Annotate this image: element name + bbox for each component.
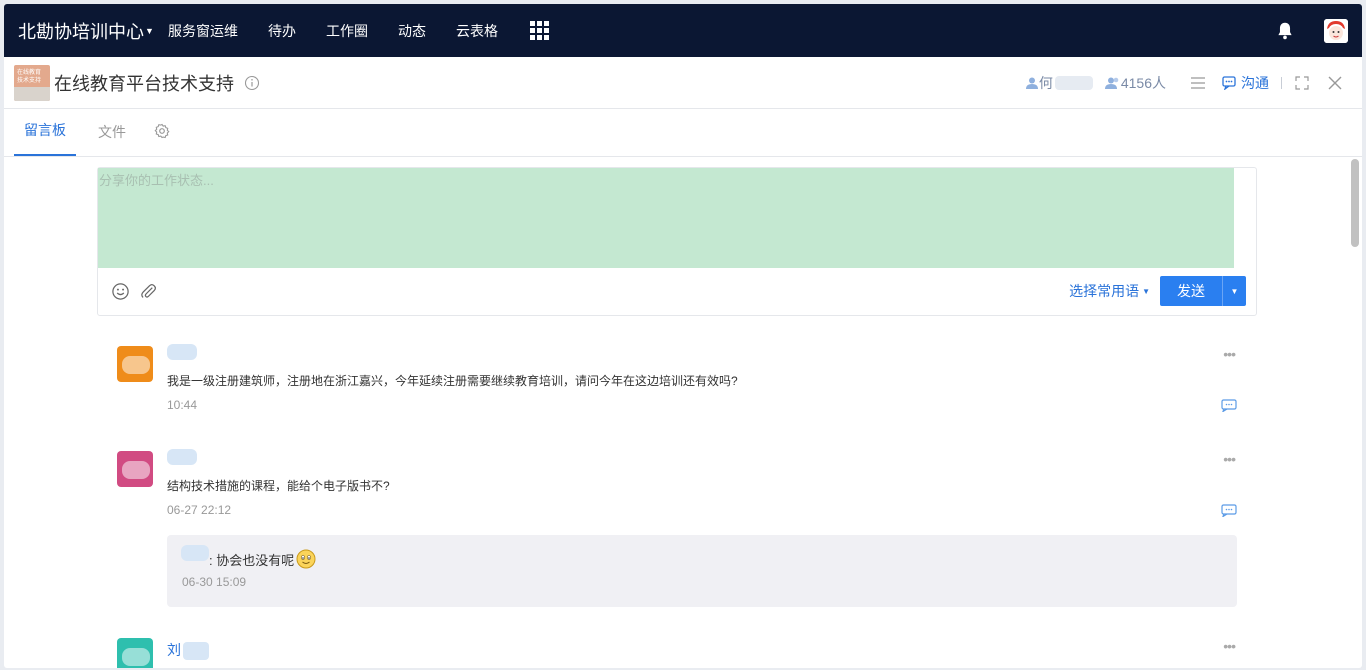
group-tabs: 留言板 文件 (4, 109, 1362, 157)
avatar[interactable] (117, 451, 153, 487)
nav-item-work-circle[interactable]: 工作圈 (326, 21, 368, 41)
more-options-icon[interactable]: ••• (1223, 451, 1236, 467)
group-logo-line-2: 技术支持 (17, 76, 42, 84)
caret-down-icon: ▼ (1142, 286, 1150, 296)
main-nav: 服务窗运维 待办 工作圈 动态 云表格 (168, 21, 549, 41)
nav-item-cloud-sheet[interactable]: 云表格 (456, 21, 498, 41)
menu-icon[interactable] (1190, 76, 1206, 90)
reply-item: : 协会也没有呢 06-30 15:09 (167, 535, 1237, 607)
nav-item-todo[interactable]: 待办 (268, 21, 296, 41)
group-header: 在线教育 技术支持 在线教育平台技术支持 何 4156人 沟通 (4, 57, 1362, 109)
post-input[interactable] (98, 168, 1234, 268)
more-options-icon[interactable]: ••• (1223, 638, 1236, 654)
chat-label: 沟通 (1241, 74, 1269, 91)
org-name: 北勘协培训中心 (18, 21, 144, 42)
member-count[interactable]: 4156人 (1104, 73, 1166, 93)
common-phrases-dropdown[interactable]: 选择常用语 ▼ (1069, 281, 1150, 301)
member-count-label: 4156人 (1120, 74, 1166, 91)
caret-down-icon: ▼ (145, 25, 154, 36)
group-header-actions: 何 4156人 沟通 (1025, 73, 1362, 93)
avatar[interactable] (117, 638, 153, 668)
send-options-button[interactable]: ▼ (1222, 276, 1246, 306)
tab-files[interactable]: 文件 (88, 122, 136, 156)
common-phrases-label: 选择常用语 (1069, 283, 1140, 299)
owner-name: 何 (1038, 74, 1053, 91)
apps-grid-icon[interactable] (530, 21, 549, 40)
reply-time: 06-30 15:09 (182, 575, 247, 589)
avatar[interactable] (117, 346, 153, 382)
info-icon[interactable] (244, 75, 260, 91)
nav-item-service-ops[interactable]: 服务窗运维 (168, 21, 238, 41)
people-icon (1104, 77, 1119, 89)
topbar-right (1274, 18, 1362, 43)
chat-icon (1222, 75, 1236, 90)
send-button[interactable]: 发送 (1160, 276, 1222, 306)
org-switcher[interactable]: 北勘协培训中心 ▼ (4, 18, 168, 44)
more-options-icon[interactable]: ••• (1223, 346, 1236, 362)
smile-emoji-icon (296, 549, 316, 569)
post-author[interactable] (167, 449, 197, 465)
message-board: 选择常用语 ▼ 发送 ▼ ••• 我是一级注册建筑师，注册地在浙江嘉兴，今年延续… (4, 157, 1362, 668)
composer-toolbar: 选择常用语 ▼ 发送 ▼ (98, 268, 1256, 314)
nav-item-activity[interactable]: 动态 (398, 21, 426, 41)
reply-text-row: : 协会也没有呢 (209, 549, 316, 569)
attachment-icon[interactable] (139, 282, 158, 301)
app-window: 北勘协培训中心 ▼ 服务窗运维 待办 工作圈 动态 云表格 在线教育 技术支持 … (4, 4, 1362, 668)
expand-icon[interactable] (1294, 75, 1310, 91)
tab-settings[interactable] (148, 123, 176, 156)
post-author[interactable] (167, 344, 197, 360)
bell-icon[interactable] (1274, 20, 1296, 42)
post-time: 10:44 (167, 398, 198, 412)
comment-icon[interactable] (1221, 398, 1237, 412)
comment-icon[interactable] (1221, 503, 1237, 517)
scrollbar[interactable] (1350, 157, 1360, 668)
top-navbar: 北勘协培训中心 ▼ 服务窗运维 待办 工作圈 动态 云表格 (4, 4, 1362, 57)
group-logo-line-1: 在线教育 (17, 68, 42, 76)
gear-icon (154, 123, 170, 139)
group-title: 在线教育平台技术支持 (54, 73, 234, 94)
owner-member[interactable]: 何 (1025, 73, 1093, 93)
reply-author[interactable] (181, 545, 209, 561)
post-time: 06-27 22:12 (167, 503, 232, 517)
emoji-icon[interactable] (111, 282, 130, 301)
post-author-initial[interactable]: 刘 (167, 640, 181, 660)
post-text: 我是一级注册建筑师，注册地在浙江嘉兴，今年延续注册需要继续教育培训，请问今年在这… (167, 374, 738, 388)
group-logo: 在线教育 技术支持 (14, 64, 50, 101)
reply-text: : 协会也没有呢 (209, 552, 295, 568)
close-icon[interactable] (1328, 76, 1342, 90)
user-avatar[interactable] (1324, 18, 1348, 43)
chat-button[interactable]: 沟通 (1222, 73, 1269, 93)
post-text: 结构技术措施的课程，能给个电子版书不? (167, 479, 390, 493)
send-button-group: 发送 ▼ (1160, 276, 1246, 306)
post-composer: 选择常用语 ▼ 发送 ▼ (97, 167, 1257, 316)
tab-message-board[interactable]: 留言板 (14, 120, 76, 156)
person-icon (1025, 77, 1038, 89)
